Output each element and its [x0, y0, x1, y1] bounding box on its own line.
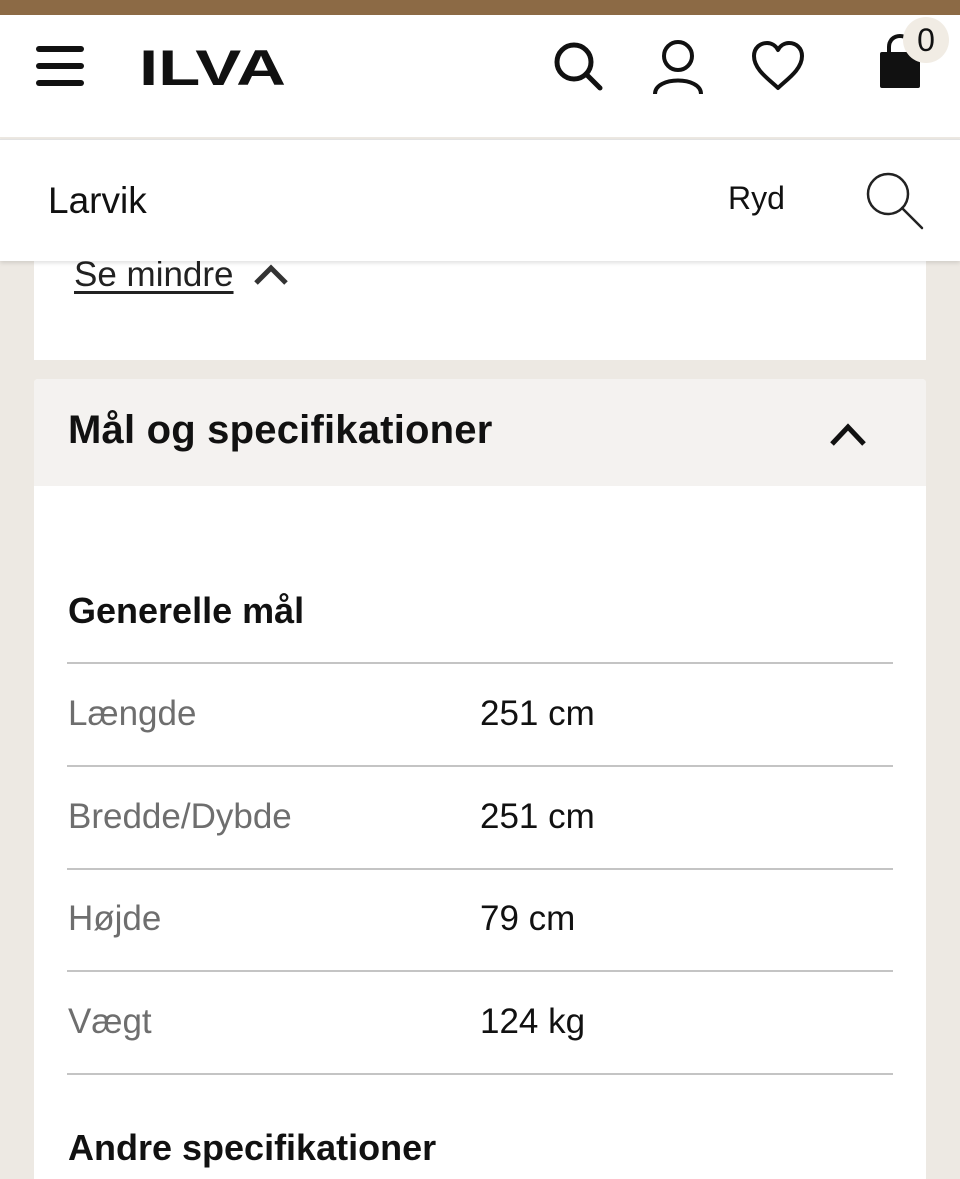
chevron-up-icon[interactable]: [828, 420, 868, 448]
spec-label-length: Længde: [68, 694, 197, 733]
search-icon[interactable]: [552, 40, 604, 92]
spec-value-weight: 124 kg: [480, 1002, 586, 1041]
specifications-title: Mål og specifikationer: [68, 408, 493, 452]
spec-label-weight: Vægt: [68, 1002, 152, 1041]
divider: [67, 662, 893, 664]
see-less-link[interactable]: Se mindre: [74, 255, 234, 295]
search-input[interactable]: [48, 178, 668, 224]
divider: [67, 970, 893, 972]
svg-text:ILVA: ILVA: [139, 46, 286, 88]
chevron-up-icon[interactable]: [252, 263, 290, 287]
wishlist-heart-icon[interactable]: [750, 40, 806, 92]
spec-value-width: 251 cm: [480, 797, 595, 836]
other-specifications-heading: Andre specifikationer: [68, 1127, 437, 1168]
spec-value-length: 251 cm: [480, 694, 595, 733]
account-icon[interactable]: [650, 38, 706, 94]
search-submit-icon[interactable]: [864, 170, 926, 232]
general-dimensions-heading: Generelle mål: [68, 590, 305, 631]
spec-label-height: Højde: [68, 899, 162, 938]
hamburger-menu-icon[interactable]: [36, 44, 84, 88]
cart-count-badge[interactable]: 0: [903, 17, 949, 63]
specifications-card: [34, 379, 926, 1179]
spec-label-width: Bredde/Dybde: [68, 797, 292, 836]
divider: [67, 765, 893, 767]
top-accent-bar: [0, 0, 960, 15]
ilva-logo[interactable]: ILVA: [139, 46, 286, 88]
spec-value-height: 79 cm: [480, 899, 576, 938]
divider: [67, 1073, 893, 1075]
divider: [67, 868, 893, 870]
clear-search-button[interactable]: Ryd: [728, 180, 785, 217]
search-bar: Ryd: [0, 139, 960, 261]
